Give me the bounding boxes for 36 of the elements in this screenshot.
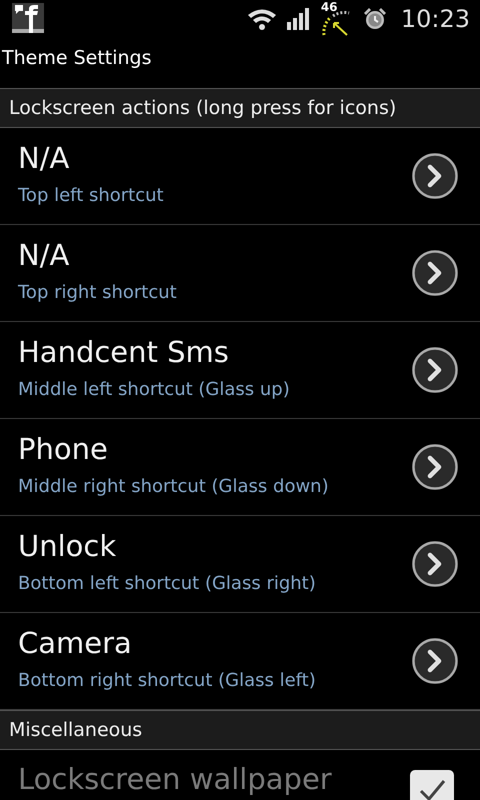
preference-title: Phone bbox=[18, 432, 109, 466]
preference-title: Handcent Sms bbox=[18, 334, 230, 368]
speed-reading: 46 bbox=[320, 1, 338, 13]
preference-row[interactable]: Unlock Bottom left shortcut (Glass right) bbox=[0, 516, 480, 613]
preference-row[interactable]: N/A Top left shortcut bbox=[0, 128, 480, 225]
signal-icon bbox=[286, 8, 311, 30]
chevron-button-icon bbox=[412, 153, 458, 199]
preference-title: N/A bbox=[18, 238, 70, 272]
preference-summary: Middle right shortcut (Glass down) bbox=[18, 476, 329, 496]
screen-title: Theme Settings bbox=[1, 46, 153, 71]
preference-summary: Top right shortcut bbox=[18, 282, 177, 302]
chevron-button-icon bbox=[412, 250, 458, 296]
preference-title: Unlock bbox=[18, 528, 118, 562]
preference-row[interactable]: Lockscreen wallpaper bbox=[0, 750, 480, 800]
preference-summary: Top left shortcut bbox=[18, 184, 164, 206]
preference-summary: Bottom left shortcut (Glass right) bbox=[18, 572, 316, 594]
wifi-icon bbox=[246, 8, 277, 30]
checkmark-icon bbox=[417, 777, 447, 800]
clock-time: 10:23 bbox=[400, 5, 470, 33]
preference-row[interactable]: Handcent Sms Middle left shortcut (Glass up) bbox=[0, 322, 480, 419]
alarm-clock-icon bbox=[362, 7, 387, 31]
preference-title: N/A bbox=[18, 140, 70, 174]
chevron-button-icon bbox=[412, 444, 458, 490]
preference-title: Lockscreen wallpaper bbox=[18, 764, 332, 794]
preference-row[interactable]: Phone Middle right shortcut (Glass down) bbox=[0, 419, 480, 516]
chevron-button-icon bbox=[412, 347, 458, 393]
preference-summary: Middle left shortcut (Glass up) bbox=[18, 378, 290, 400]
preference-summary: Bottom right shortcut (Glass left) bbox=[18, 670, 316, 690]
checkbox[interactable] bbox=[410, 770, 454, 800]
facebook-notification-icon bbox=[12, 3, 44, 35]
section-header: Lockscreen actions (long press for icons) bbox=[0, 88, 480, 128]
section-header: Miscellaneous bbox=[0, 710, 480, 750]
chevron-button-icon bbox=[412, 638, 458, 684]
preference-title: Camera bbox=[18, 626, 133, 660]
preference-row[interactable]: N/A Top right shortcut bbox=[0, 225, 480, 322]
chevron-button-icon bbox=[412, 541, 458, 587]
